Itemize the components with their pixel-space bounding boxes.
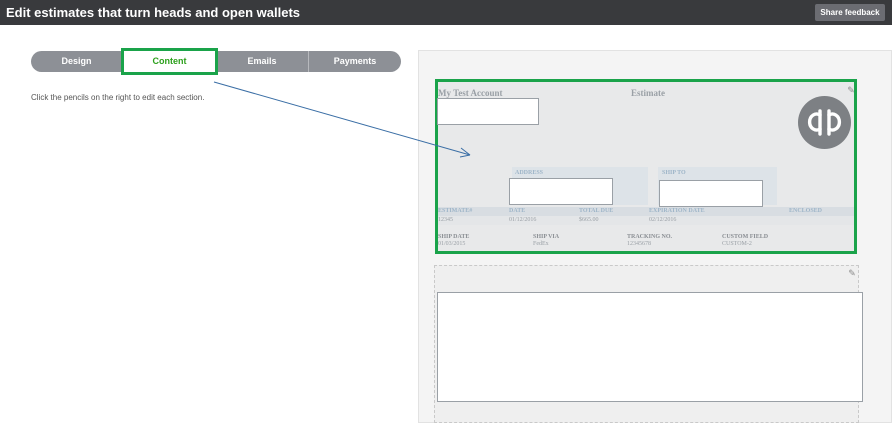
tab-payments[interactable]: Payments [308, 51, 401, 72]
ship-to-field [659, 180, 763, 207]
header-enclosed: ENCLOSED [789, 208, 823, 214]
account-name: My Test Account [438, 88, 503, 98]
value-date: 01/12/2016 [509, 217, 537, 223]
tab-content[interactable]: Content [121, 48, 218, 75]
header-custom-field: CUSTOM FIELD [722, 234, 769, 240]
header-expiration-date: EXPIRATION DATE [649, 208, 705, 214]
pencil-icon[interactable]: ✎ [845, 84, 857, 96]
company-address-box [437, 98, 539, 125]
value-expiration-date: 02/12/2016 [649, 217, 677, 223]
value-ship-date: 01/03/2015 [438, 241, 466, 247]
value-total-due: $665.00 [579, 217, 599, 223]
header-ship-date: SHIP DATE [438, 234, 470, 240]
address-label: ADDRESS [515, 170, 544, 176]
value-tracking-no: 12345678 [627, 241, 651, 247]
pencil-icon[interactable]: ✎ [846, 267, 858, 279]
edit-hint: Click the pencils on the right to edit e… [31, 93, 205, 102]
header-tracking-no: TRACKING NO. [627, 234, 673, 240]
estimate-title: Estimate [631, 88, 665, 98]
ship-to-label: SHIP TO [662, 170, 686, 176]
header-estimate-number: ESTIMATE# [438, 208, 473, 214]
share-feedback-button[interactable]: Share feedback [815, 4, 885, 21]
value-custom-field: CUSTOM-2 [722, 241, 752, 247]
section-tabs: Design Content Emails Payments [31, 48, 401, 75]
estimate-values-row [438, 216, 854, 225]
tab-emails[interactable]: Emails [216, 51, 308, 72]
header-date: DATE [509, 208, 526, 214]
value-estimate-number: 12345 [438, 217, 453, 223]
quickbooks-logo [798, 96, 851, 149]
top-bar: Edit estimates that turn heads and open … [0, 0, 892, 25]
page-title: Edit estimates that turn heads and open … [6, 5, 301, 20]
header-ship-via: SHIP VIA [533, 234, 560, 240]
body-content-box [437, 292, 863, 402]
address-field [509, 178, 613, 205]
header-total-due: TOTAL DUE [579, 208, 614, 214]
body-section[interactable] [434, 265, 863, 423]
value-ship-via: FedEx [533, 241, 549, 247]
tab-design[interactable]: Design [31, 51, 122, 72]
